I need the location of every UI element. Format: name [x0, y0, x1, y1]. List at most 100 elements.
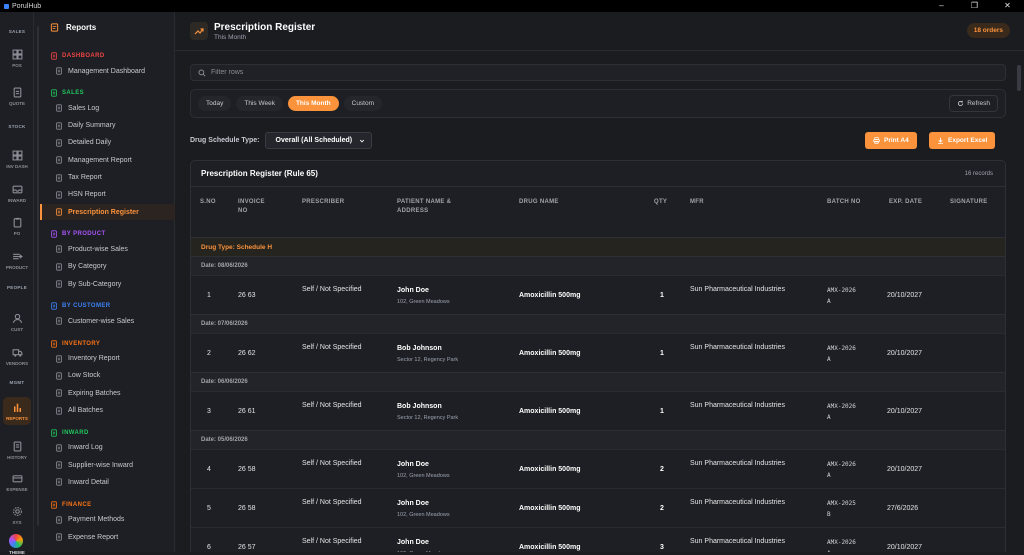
rail-item-expense[interactable]: EXPENSE [3, 468, 31, 496]
nav-group-label: BY CUSTOMER [62, 303, 111, 310]
nav-item-product-wise-sales[interactable]: Product-wise Sales [40, 241, 175, 257]
rail-item-quote[interactable]: QUOTE [3, 82, 31, 110]
column-header-signature: SIGNATURE [950, 199, 988, 205]
rail-item-po[interactable]: PO [3, 212, 31, 240]
rail-item-label: CUST [10, 326, 24, 332]
print-a4-button[interactable]: Print A4 [865, 132, 917, 149]
rail-item-sys[interactable]: SYS [3, 501, 31, 529]
nav-item-sales-log[interactable]: Sales Log [40, 100, 175, 116]
nav-item-payment-methods[interactable]: Payment Methods [40, 512, 175, 528]
nav-item-by-sub-category[interactable]: By Sub-Category [40, 276, 175, 292]
rail-item-label: EXPENSE [6, 486, 28, 492]
filter-input[interactable] [211, 69, 911, 76]
export-excel-button[interactable]: Export Excel [929, 132, 996, 149]
patient-cell: John Doe102, Green Meadows [397, 538, 450, 552]
section-icon [50, 89, 58, 97]
table-row[interactable]: 2 26 62 Self / Not Specified Bob Johnson Sec… [191, 333, 1005, 372]
nav-item-management-dashboard[interactable]: Management Dashboard [40, 63, 175, 79]
batch-number: AMX-2026A [827, 345, 856, 363]
report-item-icon [55, 461, 63, 469]
column-header-batch-no: BATCH NO [827, 199, 861, 205]
report-item-icon [55, 245, 63, 253]
schedule-value: Overall (All Scheduled) [275, 137, 353, 144]
rail-item-history[interactable]: HISTORY [3, 436, 31, 464]
sidebar-scrollbar[interactable] [37, 26, 39, 526]
nav-group-finance: FINANCE [50, 501, 91, 509]
nav-item-all-batches[interactable]: All Batches [40, 403, 175, 419]
date-group-row: Date: 06/06/2026 [191, 372, 1005, 391]
table-row[interactable]: 4 26 58 Self / Not Specified John Doe 102, G… [191, 449, 1005, 488]
report-icon [50, 23, 59, 32]
nav-item-label: HSN Report [68, 191, 106, 199]
table-row[interactable]: 6 26 57 Self / Not Specified John Doe102, G… [191, 527, 1005, 552]
tab-custom[interactable]: Custom [343, 96, 383, 111]
rail-item-product[interactable]: PRODUCT [3, 246, 31, 274]
nav-item-label: All Batches [68, 407, 104, 414]
patient-name: John Doe [397, 500, 429, 507]
tab-this-week[interactable]: This Week [236, 96, 283, 111]
quantity: 2 [660, 505, 664, 512]
invoice-number[interactable]: 26 57 [238, 543, 256, 552]
table-row[interactable]: 3 26 61 Self / Not Specified Bob Johnson Sec… [191, 391, 1005, 430]
nav-item-by-category[interactable]: By Category [40, 259, 175, 275]
rail-item-vendors[interactable]: VENDORS [3, 342, 31, 370]
invoice-number[interactable]: 26 61 [238, 407, 256, 417]
report-item-icon [55, 139, 63, 147]
nav-item-supplier-wise-inward[interactable]: Supplier-wise Inward [40, 457, 175, 473]
invoice-number[interactable]: 26 62 [238, 349, 256, 359]
rail-item-reports[interactable]: REPORTS [3, 397, 31, 425]
filter-bar [190, 64, 1006, 81]
theme-icon[interactable] [9, 534, 23, 548]
main-scrollbar[interactable] [1017, 65, 1021, 91]
nav-item-inward-log[interactable]: Inward Log [40, 440, 175, 456]
invoice-number[interactable]: 26 58 [238, 465, 256, 475]
tab-this-month[interactable]: This Month [287, 96, 339, 111]
nav-item-hsn-report[interactable]: HSN Report [40, 187, 175, 203]
invoice-number[interactable]: 26 63 [238, 291, 256, 301]
report-item-icon [55, 156, 63, 164]
rail-section-stock: STOCK [8, 124, 26, 129]
nav-item-inward-detail[interactable]: Inward Detail [40, 474, 175, 490]
minimize-icon[interactable]: – [925, 0, 958, 12]
nav-item-expiring-batches[interactable]: Expiring Batches [40, 385, 175, 401]
nav-item-detailed-daily[interactable]: Detailed Daily [40, 135, 175, 151]
nav-group-label: INVENTORY [62, 340, 101, 347]
nav-group-label: FINANCE [62, 501, 92, 508]
rail-item-cust[interactable]: CUST [3, 308, 31, 336]
rail-item-inv-dash[interactable]: INV DASH [3, 145, 31, 173]
rail-item-pos[interactable]: POS [3, 44, 31, 72]
nav-item-inventory-report[interactable]: Inventory Report [40, 351, 175, 367]
column-header-mfr: MFR [690, 199, 704, 205]
table-row[interactable]: 1 26 63 Self / Not Specified John Doe 102, G… [191, 275, 1005, 314]
nav-item-prescription-register[interactable]: Prescription Register [40, 204, 175, 221]
refresh-button[interactable]: Refresh [949, 95, 998, 112]
rail-item-label: VENDORS [5, 360, 29, 366]
nav-item-label: Prescription Register [68, 208, 139, 216]
theme-label[interactable]: THEME [0, 550, 34, 555]
nav-item-low-stock[interactable]: Low Stock [40, 368, 175, 384]
report-item-icon [55, 191, 63, 199]
nav-item-tax-report[interactable]: Tax Report [40, 170, 175, 186]
truck-icon [12, 347, 23, 358]
nav-item-management-report[interactable]: Management Report [40, 152, 175, 168]
rail-item-inward[interactable]: INWARD [3, 179, 31, 207]
maximize-icon[interactable]: ❐ [958, 0, 991, 12]
tab-today[interactable]: Today [198, 96, 232, 111]
manufacturer: Sun Pharmaceutical Industries [690, 286, 785, 293]
prescriber: Self / Not Specified [302, 286, 362, 293]
nav-item-label: Payment Methods [68, 516, 125, 524]
schedule-select[interactable]: Overall (All Scheduled) [264, 132, 373, 149]
patient-cell: John Doe102, Green Meadows [397, 499, 450, 520]
nav-item-expense-report[interactable]: Expense Report [40, 529, 175, 545]
report-item-icon [55, 317, 63, 325]
batch-number: AMX-2026A [827, 403, 856, 421]
close-icon[interactable]: ✕ [991, 0, 1024, 12]
nav-item-daily-summary[interactable]: Daily Summary [40, 118, 175, 134]
table-row[interactable]: 5 26 58 Self / Not Specified John Doe 102, G… [191, 488, 1005, 527]
prescriber: Self / Not Specified [302, 499, 362, 506]
rail-item-label: INV DASH [6, 163, 28, 169]
serial-number: 2 [207, 350, 211, 357]
invoice-number[interactable]: 26 58 [238, 504, 256, 514]
nav-item-customer-wise-sales[interactable]: Customer-wise Sales [40, 313, 175, 329]
document-icon [12, 87, 23, 98]
